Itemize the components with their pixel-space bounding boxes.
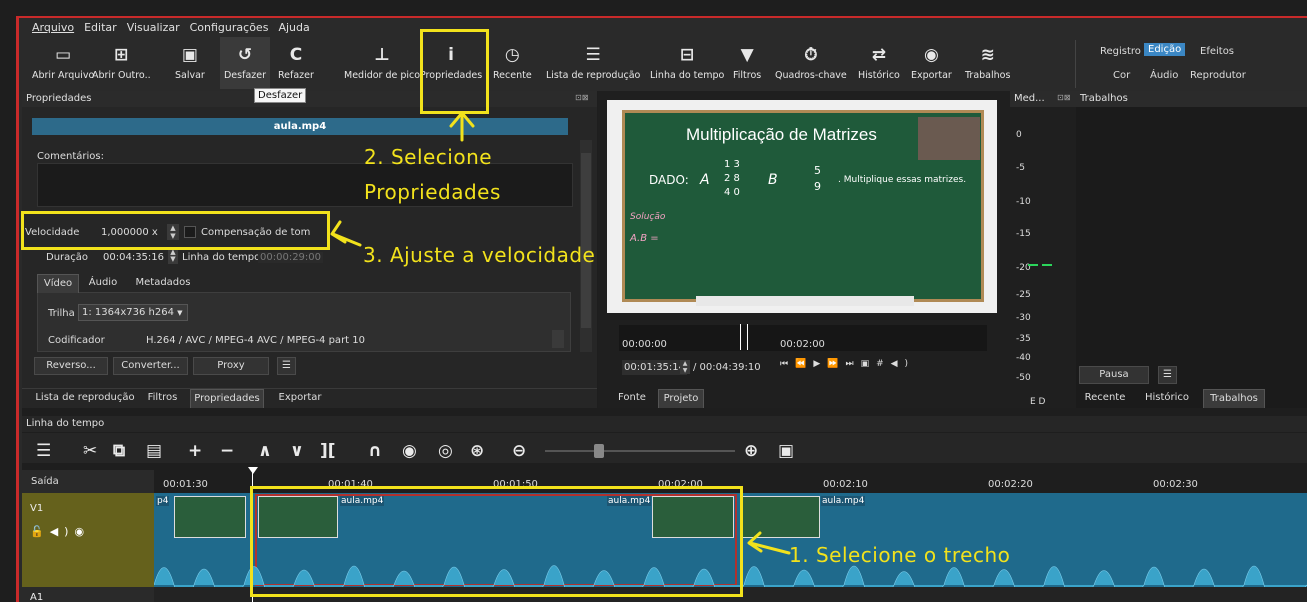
tooltip: Desfazer xyxy=(254,88,307,103)
arrow-to-speed xyxy=(330,220,362,247)
arrow-to-properties xyxy=(449,111,475,142)
annotation-arrows xyxy=(330,111,791,555)
arrow-to-selection xyxy=(747,531,791,555)
